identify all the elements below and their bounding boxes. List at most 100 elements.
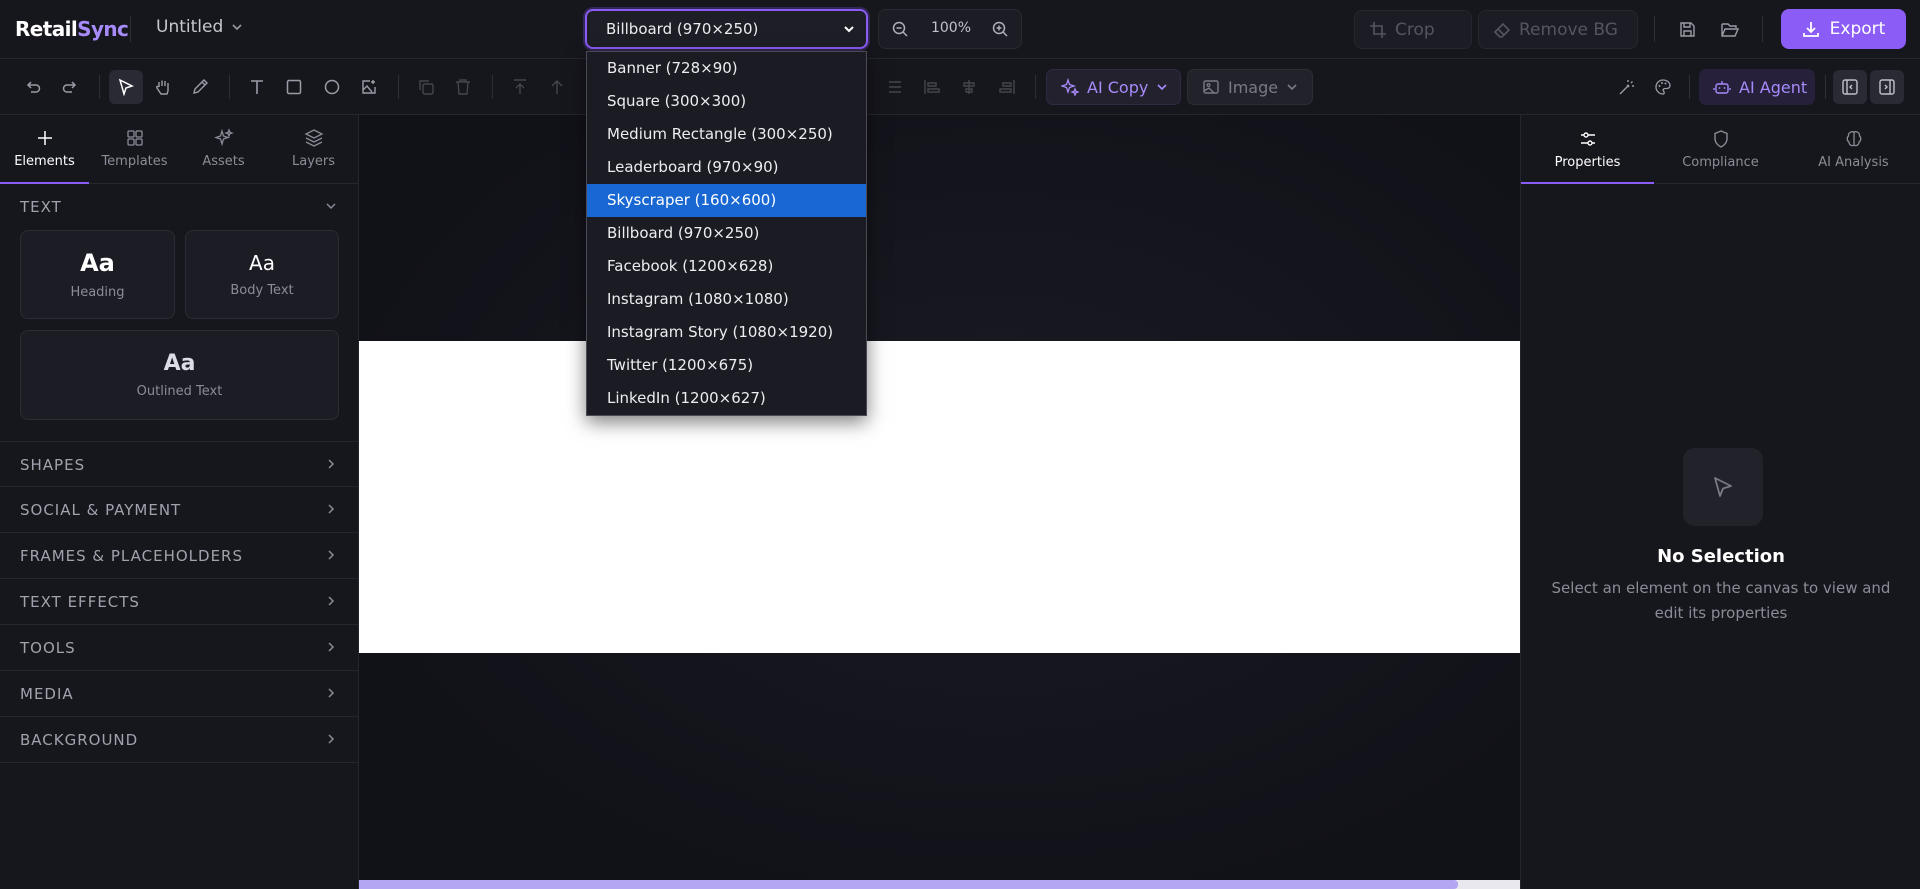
- tab-properties[interactable]: Properties: [1521, 115, 1654, 184]
- body-text-card[interactable]: Aa Body Text: [185, 230, 339, 319]
- heading-glyph: Aa: [80, 249, 115, 277]
- chevron-down-icon: [1287, 84, 1297, 91]
- pan-tool[interactable]: [146, 70, 180, 104]
- ai-agent-button[interactable]: AI Agent: [1699, 69, 1815, 105]
- size-option[interactable]: Facebook (1200×628): [587, 250, 866, 283]
- scrollbar-thumb[interactable]: [359, 880, 1458, 889]
- image-icon: [1203, 80, 1219, 94]
- size-option[interactable]: Instagram Story (1080×1920): [587, 316, 866, 349]
- save-icon: [1679, 21, 1695, 37]
- zoom-level: 100%: [930, 20, 972, 36]
- tab-ai-analysis[interactable]: AI Analysis: [1787, 115, 1920, 184]
- remove-bg-button[interactable]: Remove BG: [1478, 10, 1638, 49]
- left-panel: Elements Templates Assets Layers TEXT Aa…: [0, 115, 359, 889]
- canvas-area[interactable]: [359, 115, 1520, 889]
- bring-forward-button[interactable]: [540, 70, 574, 104]
- duplicate-button[interactable]: [409, 70, 443, 104]
- toggle-left-panel-button[interactable]: [1833, 70, 1867, 104]
- section-media-label: MEDIA: [20, 685, 74, 703]
- chevron-right-icon: [328, 504, 335, 514]
- image-label: Image: [1228, 77, 1279, 97]
- tab-elements[interactable]: Elements: [0, 115, 89, 184]
- tab-compliance[interactable]: Compliance: [1654, 115, 1787, 184]
- logo-accent-text: Sync: [77, 17, 129, 41]
- toggle-right-panel-button[interactable]: [1870, 70, 1904, 104]
- chevron-down-icon: [326, 203, 336, 210]
- pencil-icon: [193, 79, 208, 94]
- artboard[interactable]: [359, 341, 1520, 653]
- size-option[interactable]: Billboard (970×250): [587, 217, 866, 250]
- ai-copy-button[interactable]: AI Copy: [1046, 69, 1181, 105]
- tab-compliance-label: Compliance: [1682, 155, 1759, 170]
- tab-templates-label: Templates: [101, 154, 168, 169]
- size-option-highlighted[interactable]: Skyscraper (160×600): [587, 184, 866, 217]
- size-option[interactable]: Instagram (1080×1080): [587, 283, 866, 316]
- section-text-effects[interactable]: TEXT EFFECTS: [0, 579, 359, 625]
- select-tool[interactable]: [109, 70, 143, 104]
- align-right-icon: [999, 80, 1015, 94]
- section-text[interactable]: TEXT: [0, 184, 359, 230]
- section-background[interactable]: BACKGROUND: [0, 717, 359, 763]
- save-button[interactable]: [1670, 12, 1704, 46]
- text-tool[interactable]: [240, 70, 274, 104]
- export-button[interactable]: Export: [1781, 9, 1906, 49]
- tab-assets[interactable]: Assets: [179, 115, 268, 184]
- horizontal-scrollbar[interactable]: [359, 880, 1520, 889]
- align-menu-button[interactable]: [878, 70, 912, 104]
- palette-button[interactable]: [1646, 70, 1680, 104]
- section-media[interactable]: MEDIA: [0, 671, 359, 717]
- copy-icon: [419, 80, 434, 95]
- section-social-payment[interactable]: SOCIAL & PAYMENT: [0, 487, 359, 533]
- tab-layers-label: Layers: [291, 154, 336, 169]
- rectangle-tool[interactable]: [277, 70, 311, 104]
- palette-icon: [1655, 79, 1671, 95]
- size-option[interactable]: Twitter (1200×675): [587, 349, 866, 382]
- canvas-size-select[interactable]: Billboard (970×250): [585, 9, 868, 49]
- text-icon: [251, 80, 263, 94]
- image-menu-button[interactable]: Image: [1187, 69, 1313, 105]
- zoom-in-icon[interactable]: [991, 20, 1009, 38]
- empty-state-title: No Selection: [1657, 546, 1785, 567]
- size-option[interactable]: Leaderboard (970×90): [587, 151, 866, 184]
- size-option[interactable]: Medium Rectangle (300×250): [587, 118, 866, 151]
- section-tools[interactable]: TOOLS: [0, 625, 359, 671]
- bring-to-front-button[interactable]: [503, 70, 537, 104]
- tab-templates[interactable]: Templates: [90, 115, 179, 184]
- right-panel: Properties Compliance AI Analysis No Sel…: [1520, 115, 1920, 889]
- draw-tool[interactable]: [183, 70, 217, 104]
- heading-label: Heading: [70, 285, 125, 300]
- bot-icon: [1713, 81, 1731, 94]
- section-frames-placeholders[interactable]: FRAMES & PLACEHOLDERS: [0, 533, 359, 579]
- size-option[interactable]: Banner (728×90): [587, 52, 866, 85]
- magic-wand-button[interactable]: [1610, 70, 1644, 104]
- right-panel-tabs: Properties Compliance AI Analysis: [1521, 115, 1920, 184]
- empty-state-description: Select an element on the canvas to view …: [1551, 579, 1891, 622]
- image-tool[interactable]: [352, 70, 386, 104]
- heading-text-card[interactable]: Aa Heading: [20, 230, 175, 319]
- eraser-icon: [1493, 22, 1511, 38]
- size-option[interactable]: Square (300×300): [587, 85, 866, 118]
- section-background-label: BACKGROUND: [20, 731, 139, 749]
- delete-button[interactable]: [446, 70, 480, 104]
- document-title-text: Untitled: [156, 17, 224, 37]
- chevron-down-icon: [1157, 84, 1167, 91]
- size-option[interactable]: LinkedIn (1200×627): [587, 382, 866, 415]
- align-center-button[interactable]: [952, 70, 986, 104]
- align-left-button[interactable]: [915, 70, 949, 104]
- redo-button[interactable]: [53, 70, 87, 104]
- magic-wand-icon: [1619, 80, 1634, 95]
- section-shapes[interactable]: SHAPES: [0, 441, 359, 487]
- align-right-button[interactable]: [990, 70, 1024, 104]
- crop-button[interactable]: Crop: [1354, 10, 1472, 49]
- divider: [99, 75, 100, 99]
- divider: [1035, 75, 1036, 99]
- open-button[interactable]: [1713, 12, 1747, 46]
- zoom-out-icon[interactable]: [891, 20, 909, 38]
- outlined-text-card[interactable]: Aa Outlined Text: [20, 330, 339, 420]
- circle-tool[interactable]: [315, 70, 349, 104]
- document-title[interactable]: Untitled: [156, 17, 243, 37]
- undo-button[interactable]: [16, 70, 50, 104]
- section-text-effects-label: TEXT EFFECTS: [20, 593, 140, 611]
- tab-layers[interactable]: Layers: [269, 115, 358, 184]
- ai-copy-label: AI Copy: [1087, 77, 1149, 97]
